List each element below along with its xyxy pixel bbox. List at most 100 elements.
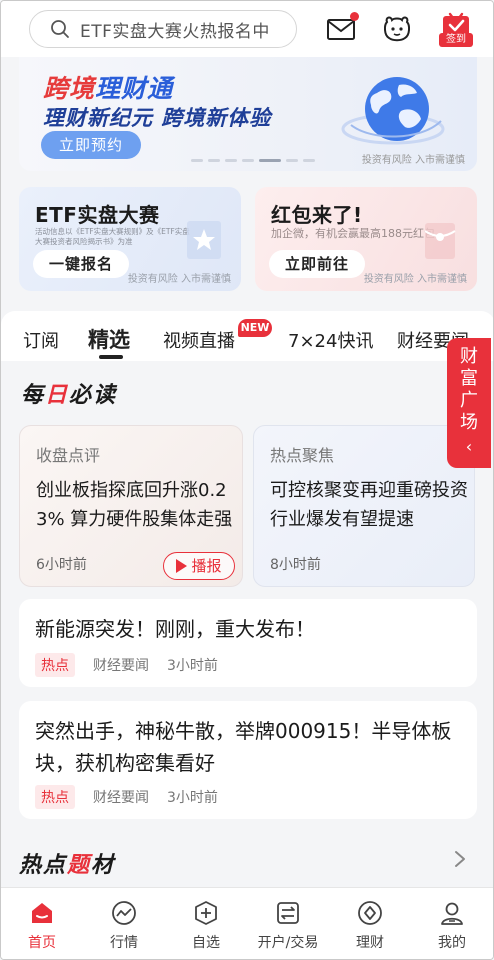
nav-label: 行情	[110, 935, 138, 951]
daily-card-time: 8小时前	[270, 557, 321, 573]
nav-watchlist[interactable]: 自选	[165, 888, 247, 959]
new-badge: NEW	[238, 319, 272, 337]
nav-label: 开户/交易	[257, 935, 319, 951]
banner-risk-note: 投资有风险 入市需谨慎	[361, 155, 465, 166]
nav-trade[interactable]: 开户/交易	[247, 888, 329, 959]
unread-dot	[350, 12, 359, 21]
signup-button[interactable]: 一键报名	[33, 250, 129, 278]
wealth-icon	[358, 901, 382, 925]
hot-tag: 热点	[35, 785, 75, 809]
side-tab-char: 广	[460, 390, 478, 411]
mascot-icon[interactable]	[381, 13, 413, 45]
daily-card-text: 可控核聚变再迎重磅投资 行业爆发有望提速	[270, 480, 468, 530]
nav-wealth[interactable]: 理财	[329, 888, 411, 959]
daily-card-text: 创业板指探底回升涨0.23% 算力硬件股集体走强	[36, 480, 233, 530]
pager-dot	[303, 159, 315, 162]
search-icon	[51, 20, 69, 38]
chevron-right-icon[interactable]	[453, 849, 467, 869]
section-title-mark: 日	[45, 383, 70, 408]
news-source: 财经要闻	[93, 790, 149, 806]
nav-label: 首页	[28, 935, 56, 951]
pager-dot	[225, 159, 237, 162]
mail-icon[interactable]	[325, 12, 359, 45]
section-title-mark: 题	[67, 853, 92, 878]
profile-icon	[441, 902, 463, 925]
play-icon	[176, 559, 188, 573]
trade-icon	[277, 902, 299, 924]
banner-title: 跨境理财通	[43, 69, 173, 105]
news-card[interactable]: 突然出手，神秘牛散，举牌000915！半导体板块，获机构密集看好 热点 财经要闻…	[19, 701, 477, 819]
banner-title-red: 跨境	[43, 74, 96, 103]
tab-featured[interactable]: 精选	[88, 324, 130, 354]
search-bar[interactable]: ETF实盘大赛火热报名中	[29, 10, 297, 48]
home-icon	[32, 903, 52, 923]
pager-dot	[191, 159, 203, 162]
tab-video-live[interactable]: 视频直播	[163, 327, 235, 353]
go-now-button[interactable]: 立即前往	[269, 250, 365, 278]
top-bar: ETF实盘大赛火热报名中 签到	[1, 1, 493, 57]
search-placeholder: ETF实盘大赛火热报名中	[80, 21, 270, 42]
daily-card[interactable]: 收盘点评 创业板指探底回升涨0.23% 算力硬件股集体走强 6小时前 播报	[19, 425, 243, 587]
banner-title-blue: 理财通	[95, 74, 174, 103]
play-label: 播报	[191, 557, 222, 575]
news-meta: 热点 财经要闻 3小时前	[35, 785, 218, 809]
daily-card-tag: 热点聚焦	[270, 446, 335, 465]
news-time: 3小时前	[167, 790, 218, 806]
side-tab-char: 财	[460, 346, 478, 367]
news-source: 财经要闻	[93, 658, 149, 674]
promo-risk-note: 投资有风险 入市需谨慎	[127, 274, 231, 285]
etf-contest-card[interactable]: ETF实盘大赛 活动信息以《ETF实盘大赛规则》及《ETF实盘大赛投资者风险揭示…	[19, 187, 241, 291]
promo-desc: 活动信息以《ETF实盘大赛规则》及《ETF实盘大赛投资者风险揭示书》为准	[35, 227, 190, 246]
reserve-button[interactable]: 立即预约	[41, 131, 141, 159]
red-packet-icon	[424, 223, 456, 259]
pager-dot-active	[259, 159, 281, 162]
hot-tag: 热点	[35, 653, 75, 677]
section-title-part: 必读	[69, 383, 118, 408]
nav-label: 自选	[192, 935, 220, 951]
nav-market[interactable]: 行情	[83, 888, 165, 959]
watchlist-icon	[195, 901, 217, 925]
side-tab-char: 富	[460, 368, 478, 389]
promo-title: 红包来了!	[271, 203, 363, 227]
app-frame: ETF实盘大赛火热报名中 签到 跨境理财通 理财新纪元 跨境新体验 立即预约 投…	[0, 0, 494, 960]
nav-label: 我的	[438, 935, 466, 951]
star-badge-icon	[187, 221, 221, 259]
nav-profile[interactable]: 我的	[411, 888, 493, 959]
red-packet-card[interactable]: 红包来了! 加企微，有机会赢最高188元红包 立即前往 投资有风险 入市需谨慎	[255, 187, 477, 291]
pager-dot	[286, 159, 298, 162]
news-meta: 热点 财经要闻 3小时前	[35, 653, 218, 677]
wealth-plaza-side-tab[interactable]: 财 富 广 场 ‹	[447, 338, 491, 468]
market-icon	[112, 901, 136, 925]
tab-7x24-flash[interactable]: 7×24快讯	[288, 327, 373, 353]
nav-home[interactable]: 首页	[1, 888, 83, 959]
daily-card-tag: 收盘点评	[36, 446, 101, 465]
banner-pager	[191, 159, 315, 162]
news-title: 新能源突发！刚刚，重大发布！	[35, 617, 315, 641]
nav-label: 理财	[356, 935, 384, 951]
section-title-daily: 每日必读	[21, 377, 117, 409]
news-time: 3小时前	[167, 658, 218, 674]
pager-dot	[208, 159, 220, 162]
audio-play-button[interactable]: 播报	[163, 552, 235, 580]
chevron-left-icon: ‹	[465, 437, 473, 456]
section-title-part: 每	[21, 383, 46, 408]
promo-title: ETF实盘大赛	[35, 203, 160, 227]
bottom-nav: 首页 行情 自选 开户/交易 理财 我的	[1, 887, 493, 959]
globe-icon	[341, 77, 445, 145]
promo-risk-note: 投资有风险 入市需谨慎	[363, 274, 467, 285]
side-tab-char: 场	[460, 412, 478, 433]
promo-banner[interactable]: 跨境理财通 理财新纪元 跨境新体验 立即预约 投资有风险 入市需谨慎	[19, 57, 477, 171]
daily-card[interactable]: 热点聚焦 可控核聚变再迎重磅投资 行业爆发有望提速 8小时前	[253, 425, 475, 587]
signin-icon[interactable]: 签到	[439, 11, 473, 47]
pager-dot	[242, 159, 254, 162]
tab-subscribe[interactable]: 订阅	[23, 327, 59, 353]
tab-active-indicator	[99, 355, 123, 359]
section-title-part: 材	[91, 853, 116, 878]
section-title-topics: 热点题材	[19, 847, 115, 879]
section-title-part: 热点	[19, 853, 68, 878]
news-title: 突然出手，神秘牛散，举牌000915！半导体板块，获机构密集看好	[35, 719, 452, 775]
banner-subtitle: 理财新纪元 跨境新体验	[43, 106, 272, 130]
news-card[interactable]: 新能源突发！刚刚，重大发布！ 热点 财经要闻 3小时前	[19, 599, 477, 687]
daily-card-time: 6小时前	[36, 557, 87, 573]
signin-label: 签到	[439, 33, 473, 47]
